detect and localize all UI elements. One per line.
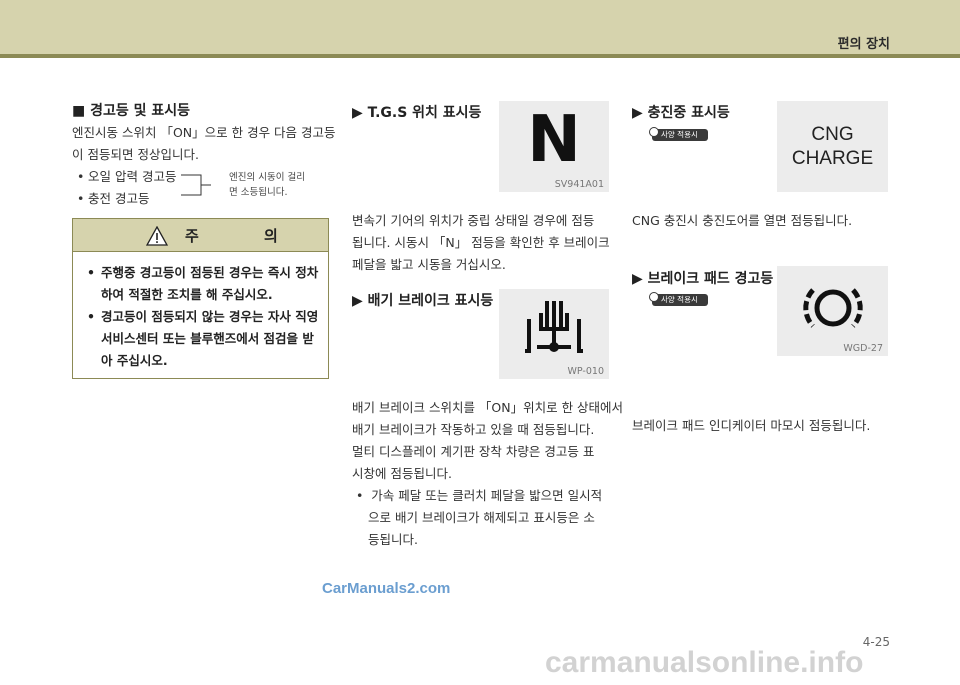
caution-line: 아 주십시오.: [101, 353, 168, 368]
cng-indicator-image: CNG CHARGE: [777, 101, 888, 192]
caution-items: 주행중 경고등이 점등된 경우는 즉시 정차 하여 적절한 조치를 해 주십시오…: [73, 252, 328, 372]
exhaust-brake-title: ▶ 배기 브레이크 표시등: [352, 293, 494, 309]
tgs-title: ▶ T.G.S 위치 표시등: [352, 105, 482, 121]
bullet-text: 가속 페달 또는 클러치 페달을 밟으면 일시적: [371, 488, 603, 503]
header-band: [0, 0, 960, 54]
watermark-link[interactable]: CarManuals2.com: [322, 580, 450, 597]
footer-watermark: carmanualsonline.info: [545, 646, 864, 679]
warning-intro-line: 이 점등되면 정상입니다.: [72, 147, 199, 162]
tgs-text-line: 변속기 기어의 위치가 중립 상태일 경우에 점등: [352, 213, 595, 228]
exhaust-brake-indicator-image: WP-010: [499, 289, 609, 379]
warning-intro-line: 엔진시동 스위치 「ON」으로 한 경우 다음 경고등: [72, 125, 336, 140]
warning-intro: 엔진시동 스위치 「ON」으로 한 경우 다음 경고등 이 점등되면 정상입니다…: [72, 122, 336, 166]
exhaust-brake-bullet: • 가속 페달 또는 클러치 페달을 밟으면 일시적 으로 배기 브레이크가 해…: [352, 485, 602, 551]
image-code: SV941A01: [554, 179, 604, 190]
header-rule: [0, 54, 960, 58]
option-badge: 사양 적용시: [649, 127, 708, 141]
exhaust-text-line: 멀티 디스플레이 계기판 장착 차량은 경고등 표: [352, 444, 595, 459]
cng-title: ▶ 충진중 표시등: [632, 105, 730, 121]
caution-line: 주행중 경고등이 점등된 경우는 즉시 정차: [101, 265, 319, 280]
tgs-text-line: 됩니다. 시동시 「N」 점등을 확인한 후 브레이크: [352, 235, 610, 250]
caution-box: 주 의 주행중 경고등이 점등된 경우는 즉시 정차 하여 적절한 조치를 해 …: [72, 218, 329, 379]
cng-icon-line: CNG: [811, 124, 854, 145]
note-line: 면 소등됩니다.: [229, 187, 288, 198]
tgs-text: 변속기 기어의 위치가 중립 상태일 경우에 점등 됩니다. 시동시 「N」 점…: [352, 210, 610, 276]
image-code: WGD-27: [843, 343, 883, 354]
tgs-text-line: 페달을 밟고 시동을 거십시오.: [352, 257, 506, 272]
option-badge: 사양 적용시: [649, 292, 708, 306]
brake-pad-title: ▶ 브레이크 패드 경고등: [632, 271, 774, 287]
tgs-indicator-image: N SV941A01: [499, 101, 609, 192]
image-code: WP-010: [567, 366, 604, 377]
chapter-title: 편의 장치: [837, 37, 890, 52]
list-item: 충전 경고등: [72, 188, 176, 210]
cng-text-line: CNG 충진시 충진도어를 열면 점등됩니다.: [632, 213, 853, 228]
brake-pad-text: 브레이크 패드 인디케이터 마모시 점등됩니다.: [632, 415, 870, 437]
plus-icon: [649, 292, 659, 302]
exhaust-brake-icon: [525, 301, 583, 353]
brake-pad-indicator-image: WGD-27: [777, 266, 888, 356]
cng-text: CNG 충진시 충진도어를 열면 점등됩니다.: [632, 210, 852, 232]
caution-title: 주 의: [185, 227, 308, 245]
cng-icon-line: CHARGE: [791, 148, 874, 169]
bracket-connector: [181, 174, 211, 196]
exhaust-text-line: 배기 브레이크 스위치를 「ON」위치로 한 상태에서: [352, 400, 624, 415]
neutral-n-icon: N: [527, 103, 581, 177]
exhaust-brake-text: 배기 브레이크 스위치를 「ON」위치로 한 상태에서 배기 브레이크가 작동하…: [352, 397, 623, 485]
exhaust-bullet-line: 등됩니다.: [368, 532, 418, 547]
caution-line: 하여 적절한 조치를 해 주십시오.: [101, 287, 273, 302]
warning-items: 오일 압력 경고등 충전 경고등: [72, 166, 176, 210]
warning-note: 엔진의 시동이 걸리 면 소등됩니다.: [229, 170, 305, 200]
cng-charge-icon: CNG CHARGE: [777, 123, 888, 171]
caution-line: 서비스센터 또는 블루핸즈에서 점검을 받: [101, 331, 314, 346]
plus-icon: [649, 127, 659, 137]
list-item: 오일 압력 경고등: [72, 166, 176, 188]
exhaust-bullet-line: 으로 배기 브레이크가 해제되고 표시등은 소: [368, 510, 595, 525]
brake-pad-icon: [803, 288, 863, 328]
exhaust-text-line: 배기 브레이크가 작동하고 있을 때 점등됩니다.: [352, 422, 595, 437]
warning-section-title: ■ 경고등 및 표시등: [72, 103, 191, 119]
caution-header: 주 의: [73, 219, 328, 252]
badge-label: 사양 적용시: [661, 130, 698, 139]
exhaust-bullet-line: • 가속 페달 또는 클러치 페달을 밟으면 일시적: [352, 488, 603, 503]
page-number: 4-25: [862, 635, 890, 649]
badge-label: 사양 적용시: [661, 295, 698, 304]
list-item: 경고등이 점등되지 않는 경우는 자사 직영 서비스센터 또는 블루핸즈에서 점…: [87, 306, 322, 372]
brake-pad-text-line: 브레이크 패드 인디케이터 마모시 점등됩니다.: [632, 418, 871, 433]
caution-line: 경고등이 점등되지 않는 경우는 자사 직영: [101, 309, 319, 324]
exhaust-text-line: 시창에 점등됩니다.: [352, 466, 452, 481]
list-item: 주행중 경고등이 점등된 경우는 즉시 정차 하여 적절한 조치를 해 주십시오…: [87, 262, 322, 306]
warning-triangle-icon: [146, 226, 168, 246]
note-line: 엔진의 시동이 걸리: [229, 172, 305, 183]
